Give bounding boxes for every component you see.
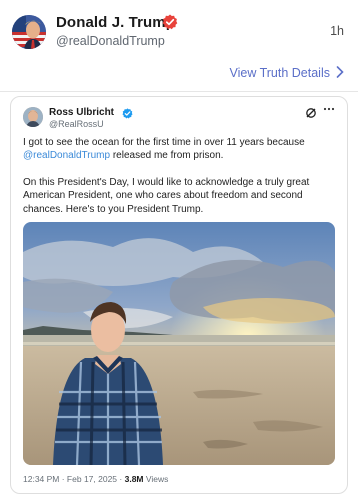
chevron-right-icon — [336, 65, 344, 81]
verified-check-icon — [122, 106, 133, 119]
views-count: 3.8M — [124, 474, 144, 484]
x-logo-icon[interactable] — [305, 106, 317, 118]
embedded-post-card[interactable]: Ross Ulbricht @RealRossU I got to see th… — [10, 96, 348, 494]
embed-post-text: I got to see the ocean for the first tim… — [23, 136, 341, 229]
divider — [0, 91, 358, 92]
avatar[interactable] — [12, 15, 46, 49]
post-photo[interactable] — [23, 222, 335, 465]
embed-author-name[interactable]: Ross Ulbricht — [49, 107, 114, 118]
post-text-part-2: released me from prison. — [112, 150, 224, 162]
truth-post-page: Donald J. Trump @realDonaldTrump 1h View… — [0, 0, 358, 500]
mention-link[interactable]: @realDonaldTrump — [23, 150, 110, 161]
embed-avatar[interactable] — [23, 107, 43, 127]
view-details-label: View Truth Details — [229, 66, 330, 80]
post-paragraph-1: I got to see the ocean for the first tim… — [23, 136, 341, 163]
author-name[interactable]: Donald J. Trump — [56, 14, 175, 31]
views-label: Views — [145, 474, 169, 484]
post-text-part-1: I got to see the ocean for the first tim… — [23, 137, 305, 148]
verified-badge-icon — [162, 14, 178, 30]
post-meta: 12:34 PM · Feb 17, 2025 · 3.8M Views — [23, 474, 168, 484]
author-handle[interactable]: @realDonaldTrump — [56, 34, 165, 48]
post-date[interactable]: 12:34 PM · Feb 17, 2025 · — [23, 474, 122, 484]
post-paragraph-2: On this President's Day, I would like to… — [23, 176, 310, 215]
post-timestamp[interactable]: 1h — [330, 24, 344, 38]
more-options-icon[interactable] — [323, 103, 335, 118]
post-header: Donald J. Trump @realDonaldTrump 1h — [0, 0, 358, 58]
embed-author-handle[interactable]: @RealRossU — [49, 119, 104, 129]
view-truth-details-link[interactable]: View Truth Details — [229, 65, 344, 81]
